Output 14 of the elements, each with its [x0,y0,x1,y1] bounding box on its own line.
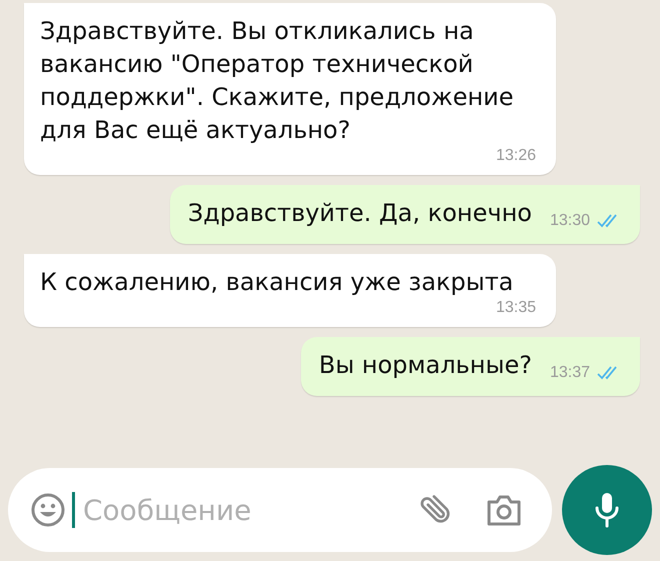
message-time: 13:35 [496,299,536,317]
message-text: Вы нормальные? [318,350,532,381]
microphone-icon [594,491,620,529]
message-field[interactable]: Сообщение [8,468,552,552]
message-time: 13:30 [550,212,590,230]
message-text: Здравствуйте. Вы откликались на вакансию "Оператор технической поддержки". Скажите, предложение для Вас ещё актуально? [40,16,515,146]
message-time: 13:26 [496,147,536,165]
smiley-icon[interactable] [30,492,66,528]
message-input[interactable]: Сообщение [81,492,410,528]
camera-icon[interactable] [486,493,522,527]
message-text: К сожалению, вакансия уже закрыта [40,267,514,298]
message-time: 13:37 [550,364,590,382]
text-cursor [72,492,75,528]
message-text: Здравствуйте. Да, конечно [188,198,532,229]
